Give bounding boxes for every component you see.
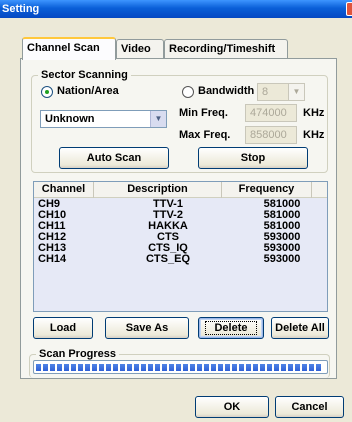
bandwidth-radio[interactable]: [182, 86, 194, 98]
progress-segment: [162, 364, 167, 371]
progress-segment: [197, 364, 202, 371]
bandwidth-value: 8: [262, 86, 269, 98]
progress-segment: [120, 364, 125, 371]
tab-recording-timeshift[interactable]: Recording/Timeshift: [164, 39, 288, 59]
cell-frequency: 593000: [263, 253, 301, 265]
progress-segment: [246, 364, 251, 371]
channel-scan-panel: Sector Scanning Nation/Area Bandwidth 8 …: [20, 58, 337, 379]
cell-description: CTS_EQ: [145, 253, 190, 265]
progress-segment: [113, 364, 118, 371]
column-header-frequency[interactable]: Frequency: [222, 182, 312, 198]
nation-label: Nation/Area: [57, 85, 119, 97]
min-freq-unit: KHz: [303, 107, 325, 119]
progress-segment: [85, 364, 90, 371]
progress-segment: [239, 364, 244, 371]
max-freq-unit: KHz: [303, 129, 325, 141]
chevron-down-icon[interactable]: ▼: [288, 84, 304, 100]
cell-channel: CH14: [38, 253, 67, 265]
progress-segment: [232, 364, 237, 371]
progress-segment: [267, 364, 272, 371]
sector-scanning-title: Sector Scanning: [38, 68, 131, 82]
progress-segment: [71, 364, 76, 371]
sector-scanning-group: Sector Scanning Nation/Area Bandwidth 8 …: [31, 68, 328, 173]
bandwidth-label: Bandwidth: [198, 85, 255, 97]
progress-segment: [106, 364, 111, 371]
channel-list[interactable]: Channel Description Frequency CH9 TTV-1 58…: [33, 181, 328, 312]
auto-scan-button[interactable]: Auto Scan: [59, 147, 169, 169]
scan-progress-title: Scan Progress: [36, 347, 120, 361]
progress-segment: [36, 364, 41, 371]
progress-segment: [155, 364, 160, 371]
progress-segment: [57, 364, 62, 371]
progress-segment: [316, 364, 321, 371]
progress-segment: [176, 364, 181, 371]
table-row[interactable]: CH14 CTS_EQ 593000: [34, 254, 327, 265]
save-as-button[interactable]: Save As: [105, 317, 189, 339]
min-freq-label: Min Freq.: [179, 107, 228, 119]
progress-segment: [78, 364, 83, 371]
max-freq-value: 858000: [250, 129, 287, 141]
tab-video[interactable]: Video: [116, 39, 164, 59]
bandwidth-select[interactable]: 8 ▼: [257, 83, 305, 101]
progress-segment: [204, 364, 209, 371]
tab-label: Channel Scan: [27, 42, 100, 54]
min-freq-field[interactable]: 474000: [245, 104, 297, 122]
progress-segment: [127, 364, 132, 371]
progress-segment: [211, 364, 216, 371]
title-bar[interactable]: Setting: [0, 0, 352, 18]
nation-select[interactable]: Unknown ▼: [40, 110, 167, 128]
progress-segment: [288, 364, 293, 371]
cancel-button[interactable]: Cancel: [275, 396, 344, 418]
progress-segment: [295, 364, 300, 371]
progress-segment: [260, 364, 265, 371]
delete-all-button[interactable]: Delete All: [271, 317, 329, 339]
max-freq-field[interactable]: 858000: [245, 126, 297, 144]
progress-segment: [225, 364, 230, 371]
progress-segment: [169, 364, 174, 371]
window-title: Setting: [2, 3, 40, 15]
column-header-description[interactable]: Description: [94, 182, 222, 198]
progress-segment: [99, 364, 104, 371]
channel-list-header: Channel Description Frequency: [34, 182, 327, 198]
scan-progress-fill: [36, 363, 325, 371]
progress-segment: [309, 364, 314, 371]
progress-segment: [183, 364, 188, 371]
stop-button[interactable]: Stop: [198, 147, 308, 169]
progress-segment: [274, 364, 279, 371]
progress-segment: [253, 364, 258, 371]
progress-segment: [64, 364, 69, 371]
progress-segment: [302, 364, 307, 371]
progress-segment: [218, 364, 223, 371]
min-freq-value: 474000: [250, 107, 287, 119]
close-icon[interactable]: [346, 2, 352, 16]
scan-progress-bar: [33, 360, 328, 374]
progress-segment: [134, 364, 139, 371]
column-header-channel[interactable]: Channel: [34, 182, 94, 198]
tab-label: Recording/Timeshift: [169, 43, 276, 55]
tab-channel-scan[interactable]: Channel Scan: [22, 37, 116, 60]
max-freq-label: Max Freq.: [179, 129, 231, 141]
progress-segment: [190, 364, 195, 371]
nation-value: Unknown: [45, 113, 95, 125]
delete-button[interactable]: Delete: [198, 317, 264, 339]
load-button[interactable]: Load: [33, 317, 93, 339]
progress-segment: [50, 364, 55, 371]
progress-segment: [92, 364, 97, 371]
progress-segment: [141, 364, 146, 371]
nation-radio[interactable]: [41, 86, 53, 98]
chevron-down-icon[interactable]: ▼: [150, 111, 166, 127]
progress-segment: [43, 364, 48, 371]
tab-label: Video: [121, 43, 151, 55]
ok-button[interactable]: OK: [195, 396, 269, 418]
progress-segment: [148, 364, 153, 371]
delete-label: Delete: [205, 321, 257, 335]
progress-segment: [281, 364, 286, 371]
